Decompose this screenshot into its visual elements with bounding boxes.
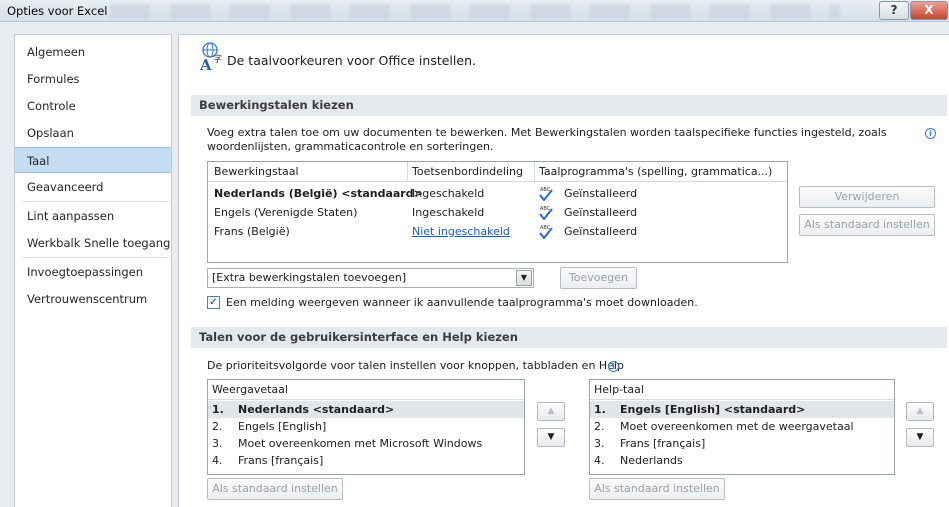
cell-keyboard: Ingeschakeld	[412, 187, 485, 200]
sidebar-item-formules[interactable]: Formules	[15, 66, 171, 92]
column-header-keyboard: Toetsenbordindeling	[412, 165, 523, 178]
help-language-header: Help-taal	[590, 380, 894, 400]
sidebar-item-algemeen[interactable]: Algemeen	[15, 39, 171, 65]
add-button[interactable]: Toevoegen	[560, 267, 637, 289]
sidebar: Algemeen Formules Controle Opslaan Taal …	[14, 34, 172, 507]
cell-proofing: Geïnstalleerd	[564, 225, 638, 238]
help-language-list[interactable]: Help-taal 1. Engels [English] <standaard>…	[589, 379, 895, 475]
chevron-down-icon[interactable]: ▼	[516, 270, 532, 286]
add-language-combo[interactable]: [Extra bewerkingstalen toevoegen] ▼	[207, 268, 534, 288]
sidebar-divider	[23, 257, 169, 258]
list-item[interactable]: 3. Moet overeenkomen met Microsoft Window…	[208, 435, 524, 452]
sidebar-item-invoegtoepassingen[interactable]: Invoegtoepassingen	[15, 259, 171, 285]
set-default-display-button[interactable]: Als standaard instellen	[207, 478, 343, 500]
list-item[interactable]: 1. Engels [English] <standaard>	[590, 401, 894, 418]
table-row[interactable]: Engels (Verenigde Staten) Ingeschakeld A…	[208, 204, 787, 223]
display-language-header: Weergavetaal	[208, 380, 524, 400]
set-default-help-button[interactable]: Als standaard instellen	[589, 478, 725, 500]
table-header: Bewerkingstaal Toetsenbordindeling Taalp…	[208, 162, 787, 182]
download-notify-label: Een melding weergeven wanneer ik aanvull…	[226, 296, 698, 309]
display-move-down-button[interactable]: ▼	[537, 428, 565, 447]
title-bar: Opties voor Excel ? X	[0, 0, 949, 22]
cell-language: Frans (België)	[214, 225, 290, 238]
download-notify-checkbox[interactable]: ✓	[207, 296, 220, 309]
display-language-list[interactable]: Weergavetaal 1. Nederlands <standaard> 2.…	[207, 379, 525, 475]
table-row[interactable]: Frans (België) Niet ingeschakeld ABC Geï…	[208, 223, 787, 242]
window-title: Opties voor Excel	[7, 4, 108, 18]
options-dialog: Algemeen Formules Controle Opslaan Taal …	[0, 22, 949, 507]
list-item[interactable]: 1. Nederlands <standaard>	[208, 401, 524, 418]
info-icon[interactable]: i	[608, 361, 619, 372]
add-language-combo-value: [Extra bewerkingstalen toevoegen]	[212, 271, 407, 284]
editing-languages-table: Bewerkingstaal Toetsenbordindeling Taalp…	[207, 161, 788, 263]
spellcheck-icon: ABC	[539, 206, 553, 221]
list-item[interactable]: 2. Moet overeenkomen met de weergavetaal	[590, 418, 894, 435]
list-item[interactable]: 4. Nederlands	[590, 452, 894, 469]
section-ui-languages: Talen voor de gebruikersinterface en Hel…	[191, 327, 947, 348]
svg-text:A: A	[199, 56, 212, 71]
cell-language: Engels (Verenigde Staten)	[214, 206, 358, 219]
sidebar-item-opslaan[interactable]: Opslaan	[15, 120, 171, 146]
list-item[interactable]: 2. Engels [English]	[208, 418, 524, 435]
language-settings-panel: A 字 De taalvoorkeuren voor Office instel…	[178, 34, 949, 507]
list-item[interactable]: 3. Frans [français]	[590, 435, 894, 452]
sidebar-item-controle[interactable]: Controle	[15, 93, 171, 119]
sidebar-divider	[23, 201, 169, 202]
sidebar-item-geavanceerd[interactable]: Geavanceerd	[15, 174, 171, 200]
column-divider	[534, 162, 535, 182]
editing-description: Voeg extra talen toe om uw documenten te…	[207, 126, 907, 154]
sidebar-item-lint-aanpassen[interactable]: Lint aanpassen	[15, 203, 171, 229]
editing-description-line2: woordenlijsten, grammaticacontrole en so…	[207, 140, 494, 153]
set-default-editing-button[interactable]: Als standaard instellen	[799, 214, 935, 236]
ui-description: De prioriteitsvolgorde voor talen instel…	[207, 359, 624, 372]
info-icon[interactable]: i	[925, 128, 936, 139]
help-move-down-button[interactable]: ▼	[906, 428, 934, 447]
cell-keyboard: Ingeschakeld	[412, 206, 485, 219]
help-move-up-button[interactable]: ▲	[906, 402, 934, 421]
language-icon: A 字	[199, 42, 222, 71]
table-row[interactable]: Nederlands (België) <standaard> Ingescha…	[208, 185, 787, 204]
help-button[interactable]: ?	[879, 1, 909, 20]
section-editing-languages: Bewerkingstalen kiezen	[191, 95, 947, 116]
column-divider	[407, 162, 408, 182]
list-item[interactable]: 4. Frans [français]	[208, 452, 524, 469]
editing-description-line1: Voeg extra talen toe om uw documenten te…	[207, 126, 887, 139]
page-title: De taalvoorkeuren voor Office instellen.	[227, 53, 476, 68]
display-move-up-button[interactable]: ▲	[537, 402, 565, 421]
keyboard-not-enabled-link[interactable]: Niet ingeschakeld	[412, 225, 510, 238]
close-button[interactable]: X	[910, 1, 948, 20]
column-header-proofing: Taalprogramma's (spelling, grammatica...…	[539, 165, 773, 178]
spellcheck-icon: ABC	[539, 187, 553, 202]
remove-button[interactable]: Verwijderen	[799, 186, 935, 208]
sidebar-item-vertrouwenscentrum[interactable]: Vertrouwenscentrum	[15, 286, 171, 312]
spellcheck-icon: ABC	[539, 225, 553, 240]
cell-language: Nederlands (België) <standaard>	[214, 187, 423, 200]
cell-proofing: Geïnstalleerd	[564, 187, 638, 200]
sidebar-item-taal[interactable]: Taal	[15, 147, 171, 173]
svg-text:字: 字	[213, 53, 222, 65]
background-ribbon-blur	[110, 4, 840, 18]
cell-proofing: Geïnstalleerd	[564, 206, 638, 219]
sidebar-item-werkbalk[interactable]: Werkbalk Snelle toegang	[15, 230, 171, 256]
column-header-editing-language: Bewerkingstaal	[214, 165, 299, 178]
